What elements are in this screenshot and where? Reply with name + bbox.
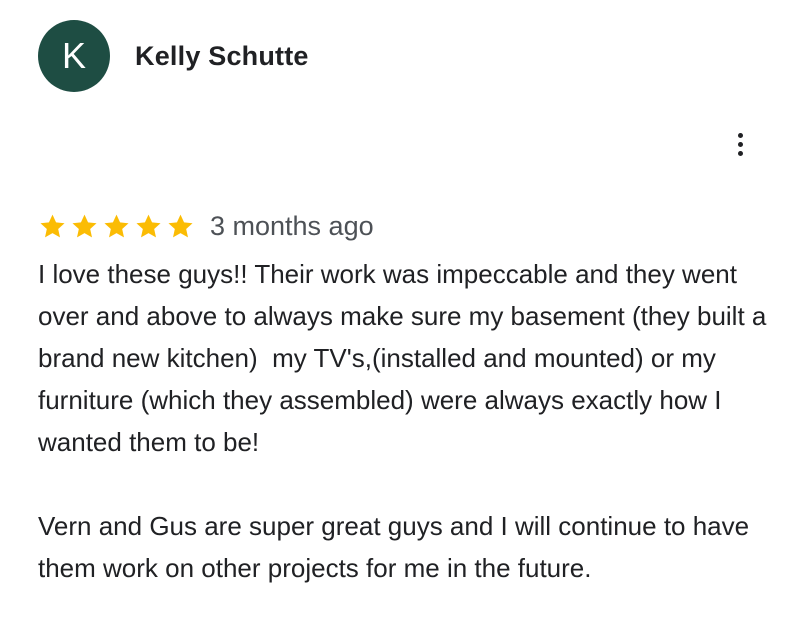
star-icon	[72, 214, 97, 237]
star-icon	[104, 214, 129, 237]
review-paragraph: Vern and Gus are super great guys and I …	[38, 511, 757, 583]
star-icon	[40, 214, 65, 237]
more-options-button[interactable]	[724, 128, 756, 160]
review-text: I love these guys!! Their work was impec…	[38, 253, 778, 589]
star-rating	[38, 212, 195, 241]
more-vert-icon-dot	[737, 141, 743, 147]
review-date: 3 months ago	[210, 211, 374, 241]
avatar-initial: K	[61, 35, 86, 76]
rating-row: 3 months ago	[38, 206, 374, 246]
review-paragraph: I love these guys!! Their work was impec…	[38, 259, 774, 457]
more-vert-icon-dot	[737, 150, 743, 156]
star-icon	[168, 214, 193, 237]
more-vert-icon	[737, 132, 743, 138]
reviewer-name[interactable]: Kelly Schutte	[135, 38, 309, 74]
star-icon	[136, 214, 161, 237]
avatar[interactable]: K	[38, 20, 110, 92]
